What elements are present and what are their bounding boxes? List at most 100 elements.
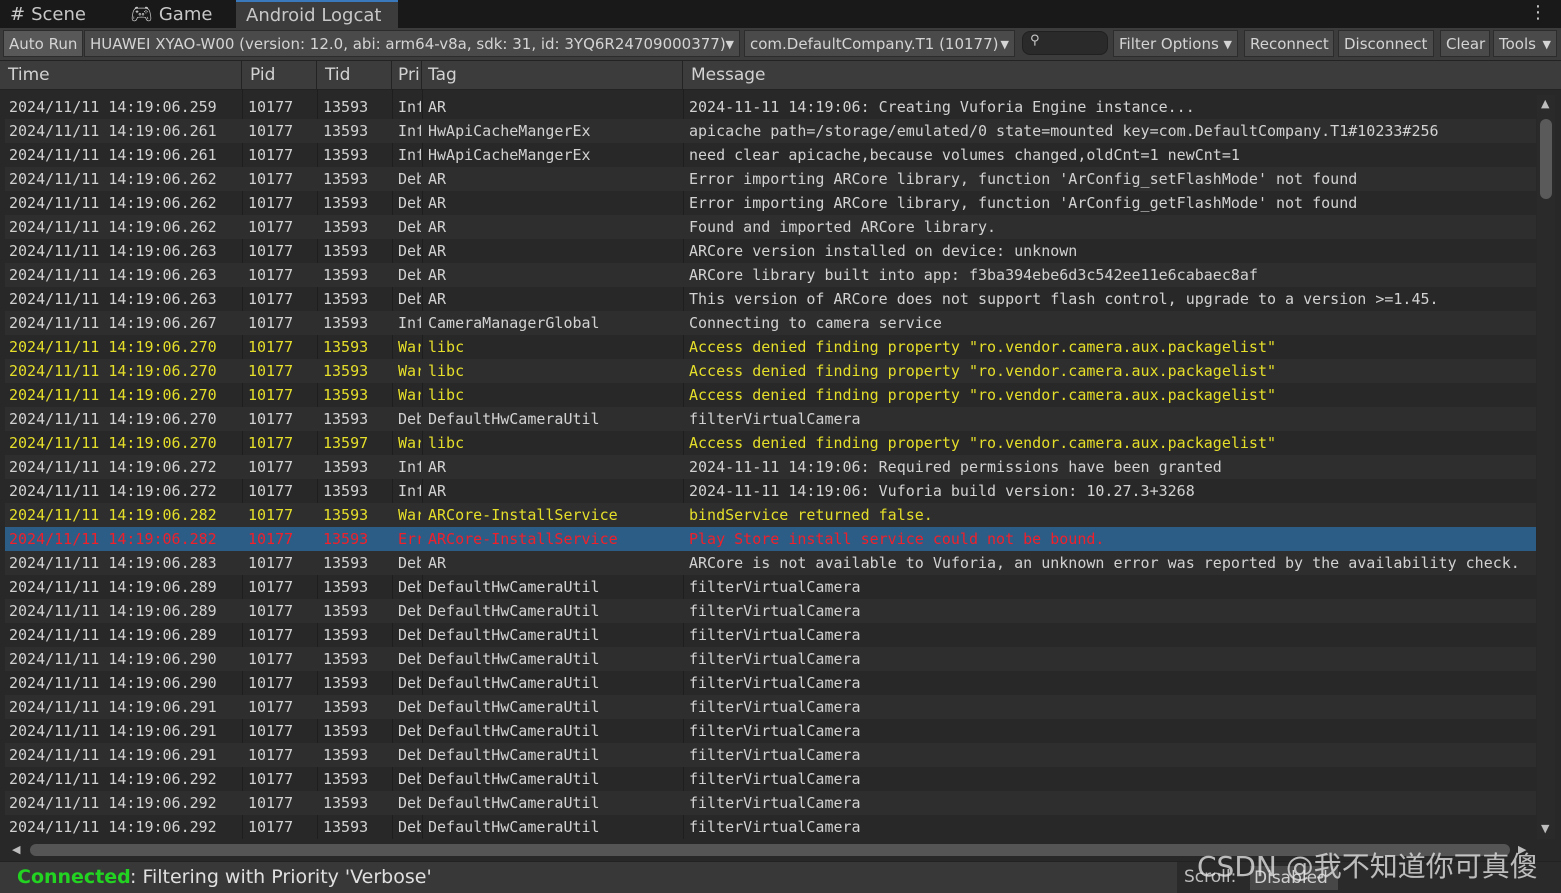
log-row[interactable]: 2024/11/11 14:19:06.289 10177 13593 Debug De…: [5, 623, 1536, 647]
cell-priority: Debug: [398, 170, 421, 188]
cell-time: 2024/11/11 14:19:06.261: [9, 146, 217, 164]
cell-time: 2024/11/11 14:19:06.261: [9, 122, 217, 140]
column-header-time[interactable]: Time: [0, 61, 242, 89]
cell-pid: 10177: [248, 434, 294, 452]
log-row[interactable]: 2024/11/11 14:19:06.259 10177 13593 Info AR 2…: [5, 95, 1536, 119]
cell-pid: 10177: [248, 794, 294, 812]
connection-status: Connected: [17, 866, 131, 888]
package-dropdown[interactable]: com.DefaultCompany.T1 (10177) ▼: [744, 30, 1015, 57]
clear-button[interactable]: Clear: [1440, 30, 1490, 57]
cell-tag: libc: [428, 338, 465, 356]
log-row[interactable]: 2024/11/11 14:19:06.263 10177 13593 Debug AR…: [5, 263, 1536, 287]
vertical-scrollbar[interactable]: ▲ ▼: [1537, 95, 1555, 839]
cell-tid: 13593: [323, 266, 369, 284]
cell-tid: 13593: [323, 554, 369, 572]
column-header-pid[interactable]: Pid: [242, 61, 317, 89]
cell-tag: ARCore-InstallService: [428, 530, 618, 548]
cell-tid: 13593: [323, 746, 369, 764]
log-row[interactable]: 2024/11/11 14:19:06.282 10177 13593 Warn ARC…: [5, 503, 1536, 527]
log-row[interactable]: 2024/11/11 14:19:06.270 10177 13593 Warnlib…: [5, 335, 1536, 359]
log-row[interactable]: 2024/11/11 14:19:06.290 10177 13593 Debug De…: [5, 671, 1536, 695]
vertical-scroll-thumb[interactable]: [1540, 119, 1552, 199]
cell-pid: 10177: [248, 650, 294, 668]
scroll-left-arrow-icon[interactable]: ◀: [12, 843, 20, 856]
chevron-down-icon: ▼: [725, 38, 734, 51]
scroll-up-arrow-icon[interactable]: ▲: [1541, 97, 1549, 110]
log-row[interactable]: 2024/11/11 14:19:06.262 10177 13593 Debug AR…: [5, 191, 1536, 215]
kebab-menu-icon[interactable]: ⋮: [1529, 4, 1547, 22]
log-row[interactable]: 2024/11/11 14:19:06.263 10177 13593 Debug AR…: [5, 287, 1536, 311]
log-row[interactable]: 2024/11/11 14:19:06.291 10177 13593 Debug De…: [5, 719, 1536, 743]
cell-pid: 10177: [248, 242, 294, 260]
cell-time: 2024/11/11 14:19:06.263: [9, 242, 217, 260]
column-header-tid[interactable]: Tid: [317, 61, 392, 89]
cell-pid: 10177: [248, 530, 294, 548]
tab-game-label: Game: [158, 4, 213, 25]
cell-message: filterVirtualCamera: [689, 770, 861, 788]
column-header-message[interactable]: Message: [683, 61, 1561, 89]
log-row[interactable]: 2024/11/11 14:19:06.272 10177 13593 Info AR 2…: [5, 455, 1536, 479]
log-row[interactable]: 2024/11/11 14:19:06.289 10177 13593 Debug De…: [5, 575, 1536, 599]
log-row[interactable]: 2024/11/11 14:19:06.263 10177 13593 Debug AR…: [5, 239, 1536, 263]
cell-message: Error importing ARCore library, function…: [689, 194, 1358, 212]
cell-tag: HwApiCacheMangerEx: [428, 122, 591, 140]
tab-scene[interactable]: # Scene: [0, 0, 118, 28]
filter-options-dropdown[interactable]: Filter Options ▼: [1113, 30, 1238, 57]
log-row[interactable]: 2024/11/11 14:19:06.290 10177 13593 Debug De…: [5, 647, 1536, 671]
cell-time: 2024/11/11 14:19:06.292: [9, 794, 217, 812]
search-input[interactable]: ⚲: [1022, 31, 1108, 55]
log-row[interactable]: 2024/11/11 14:19:06.262 10177 13593 Debug AR…: [5, 167, 1536, 191]
cell-tid: 13593: [323, 626, 369, 644]
cell-time: 2024/11/11 14:19:06.290: [9, 674, 217, 692]
auto-run-button[interactable]: Auto Run: [3, 30, 83, 57]
log-row[interactable]: 2024/11/11 14:19:06.291 10177 13593 Debug De…: [5, 743, 1536, 767]
log-row[interactable]: 2024/11/11 14:19:06.261 10177 13593 Info HwA…: [5, 119, 1536, 143]
log-row[interactable]: 2024/11/11 14:19:06.261 10177 13593 Info HwA…: [5, 143, 1536, 167]
cell-priority: Debug: [398, 602, 421, 620]
reconnect-label: Reconnect: [1250, 35, 1329, 53]
tab-game[interactable]: 🎮︎ Game: [120, 0, 234, 28]
search-icon: ⚲: [1030, 33, 1040, 48]
scroll-down-arrow-icon[interactable]: ▼: [1541, 822, 1549, 835]
device-dropdown[interactable]: HUAWEI XYAO-W00 (version: 12.0, abi: arm…: [84, 30, 740, 57]
reconnect-button[interactable]: Reconnect: [1244, 30, 1334, 57]
cell-tid: 13593: [323, 482, 369, 500]
log-row[interactable]: 2024/11/11 14:19:06.292 10177 13593 Debug De…: [5, 767, 1536, 791]
cell-priority: Info: [398, 98, 421, 116]
cell-priority: Info: [398, 146, 421, 164]
cell-message: bindService returned false.: [689, 506, 933, 524]
chevron-down-icon: ▼: [1223, 38, 1232, 51]
log-row[interactable]: 2024/11/11 14:19:06.270 10177 13597 Warnlib…: [5, 431, 1536, 455]
log-row[interactable]: 2024/11/11 14:19:06.291 10177 13593 Debug De…: [5, 695, 1536, 719]
cell-priority: Info: [398, 122, 421, 140]
watermark: CSDN @我不知道你可真傻: [1197, 850, 1538, 883]
log-row[interactable]: 2024/11/11 14:19:06.262 10177 13593 Debug AR…: [5, 215, 1536, 239]
column-header-tag[interactable]: Tag: [422, 61, 683, 89]
log-row[interactable]: 2024/11/11 14:19:06.283 10177 13593 Debug AR…: [5, 551, 1536, 575]
cell-time: 2024/11/11 14:19:06.270: [9, 410, 217, 428]
gamepad-icon: 🎮︎: [130, 4, 153, 25]
log-row[interactable]: 2024/11/11 14:19:06.270 10177 13593 Debug De…: [5, 407, 1536, 431]
tools-dropdown[interactable]: Tools ▼: [1493, 30, 1557, 57]
log-row[interactable]: 2024/11/11 14:19:06.292 10177 13593 Debug De…: [5, 791, 1536, 815]
log-row[interactable]: 2024/11/11 14:19:06.267 10177 13593 Info Cam…: [5, 311, 1536, 335]
cell-message: filterVirtualCamera: [689, 674, 861, 692]
log-row[interactable]: 2024/11/11 14:19:06.282 10177 13593 Error AR…: [5, 527, 1536, 551]
cell-tag: libc: [428, 362, 465, 380]
tab-android-logcat[interactable]: Android Logcat: [236, 0, 398, 28]
column-header-priority[interactable]: Pri: [392, 61, 422, 89]
cell-tag: ARCore-InstallService: [428, 506, 618, 524]
cell-message: 2024-11-11 14:19:06: Creating Vuforia En…: [689, 98, 1195, 116]
cell-priority: Debug: [398, 218, 421, 236]
log-row[interactable]: 2024/11/11 14:19:06.292 10177 13593 Debug De…: [5, 815, 1536, 839]
cell-priority: Warn: [398, 506, 421, 524]
cell-message: Connecting to camera service: [689, 314, 942, 332]
log-row[interactable]: 2024/11/11 14:19:06.270 10177 13593 Warnlib…: [5, 383, 1536, 407]
cell-tag: DefaultHwCameraUtil: [428, 674, 600, 692]
log-row[interactable]: 2024/11/11 14:19:06.272 10177 13593 Info AR 2…: [5, 479, 1536, 503]
cell-pid: 10177: [248, 578, 294, 596]
log-row[interactable]: 2024/11/11 14:19:06.270 10177 13593 Warnlib…: [5, 359, 1536, 383]
cell-tid: 13593: [323, 818, 369, 836]
log-row[interactable]: 2024/11/11 14:19:06.289 10177 13593 Debug De…: [5, 599, 1536, 623]
disconnect-button[interactable]: Disconnect: [1338, 30, 1434, 57]
